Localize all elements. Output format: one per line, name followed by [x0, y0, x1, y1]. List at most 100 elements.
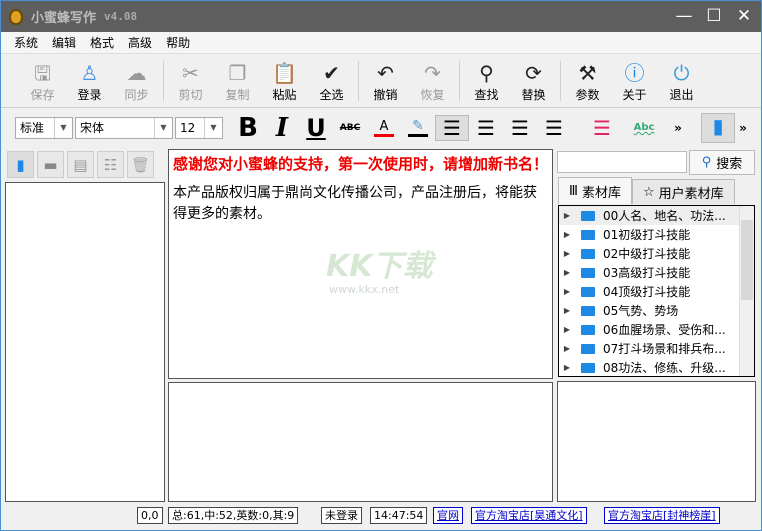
style-select[interactable]: 标准 ▼ [15, 116, 73, 139]
tree-item-label: 01初级打斗技能 [603, 228, 691, 242]
toolbar-separator [358, 61, 359, 101]
user-icon: ♙ [80, 60, 99, 85]
search-input[interactable] [557, 151, 687, 173]
tree-scrollbar[interactable] [739, 206, 754, 376]
tree-item[interactable]: ▶ 07打斗场景和排兵布... [559, 339, 754, 358]
toolbar-button-8[interactable]: ↷ 恢复 [409, 60, 456, 103]
app-window: 小蜜蜂写作 v4.08 — ☐ ✕ 系统 编辑 格式 高级 帮助 🖫 保存 ♙ 登录 ☁… [0, 0, 762, 531]
power-icon: ⏻ [673, 60, 690, 85]
expand-arrow-icon[interactable]: ▶ [559, 287, 575, 296]
folder-icon[interactable]: ▬ [37, 151, 64, 178]
expand-arrow-icon[interactable]: ▶ [559, 211, 575, 220]
tree-item[interactable]: ▶ 03高级打斗技能 [559, 263, 754, 282]
line-spacing-button[interactable]: ☰ [585, 116, 619, 140]
toolbar-button-12[interactable]: ⓘ 关于 [611, 60, 658, 103]
expand-arrow-icon[interactable]: ▶ [559, 249, 575, 258]
toolbar-separator [459, 61, 460, 101]
toolbar-button-6[interactable]: ✔ 全选 [308, 60, 355, 103]
highlight-pen-icon[interactable]: ✎ [408, 118, 428, 137]
font-color-button[interactable]: A [374, 119, 394, 137]
justify-button[interactable]: ☰ [537, 116, 571, 140]
folder-icon [581, 210, 595, 221]
format-toolbar: 标准 ▼ 宋体 ▼ 12 ▼ B I U ABC A ✎ ☰ ☰ ☰ ☰ ☰ Abc … [1, 109, 761, 146]
toolbar-button-3[interactable]: ✂ 剪切 [167, 60, 214, 103]
main-toolbar: 🖫 保存 ♙ 登录 ☁ 同步 ✂ 剪切 ❐ 复制 📋 粘贴 ✔ 全选 ↶ 撤销 ↷ 恢复 ⚲ 查找 ⟳ 替换 ⚒ 参数 ⓘ 关于 ⏻… [1, 55, 761, 108]
minimize-button[interactable]: — [675, 7, 693, 25]
search-button[interactable]: ⚲ 搜索 [689, 150, 755, 175]
title-bar: 小蜜蜂写作 v4.08 — ☐ ✕ [1, 1, 761, 32]
expand-arrow-icon[interactable]: ▶ [559, 363, 575, 372]
folder-icon [581, 324, 595, 335]
folder-icon [581, 362, 595, 373]
tree-item[interactable]: ▶ 01初级打斗技能 [559, 225, 754, 244]
folder-icon [581, 286, 595, 297]
tree-item[interactable]: ▶ 05气势、势场 [559, 301, 754, 320]
align-left-button[interactable]: ☰ [435, 114, 469, 141]
align-center-button[interactable]: ☰ [469, 116, 503, 140]
expand-arrow-icon[interactable]: ▶ [559, 306, 575, 315]
outline-icon[interactable]: ☷ [97, 151, 124, 178]
toolbar-button-1[interactable]: ♙ 登录 [66, 60, 113, 103]
toolbar-button-0[interactable]: 🖫 保存 [19, 60, 66, 103]
tab-user-library[interactable]: ☆ 用户素材库 [631, 179, 735, 204]
char-count: 总:61,中:52,英数:0,其:9 [168, 507, 299, 524]
italic-button[interactable]: I [265, 113, 299, 143]
toolbar-label: 剪切 [178, 87, 203, 102]
notes-area[interactable] [168, 382, 553, 502]
expand-arrow-icon[interactable]: ▶ [559, 230, 575, 239]
book-toggle-button[interactable]: ▮ [701, 112, 735, 143]
folder-icon [581, 343, 595, 354]
maximize-button[interactable]: ☐ [705, 7, 723, 25]
spellcheck-button[interactable]: Abc [627, 122, 661, 133]
font-size-select[interactable]: 12 ▼ [175, 116, 223, 139]
book-toolbar: ▮ ▬ ▤ ☷ 🗑 [5, 149, 165, 180]
toolbar-button-5[interactable]: 📋 粘贴 [261, 60, 308, 103]
expand-arrow-icon[interactable]: ▶ [559, 268, 575, 277]
expand-arrow-icon[interactable]: ▶ [559, 325, 575, 334]
toolbar-button-11[interactable]: ⚒ 参数 [564, 60, 611, 103]
trash-icon[interactable]: 🗑 [127, 151, 154, 178]
align-right-button[interactable]: ☰ [503, 116, 537, 140]
tree-item[interactable]: ▶ 02中级打斗技能 [559, 244, 754, 263]
toolbar-button-4[interactable]: ❐ 复制 [214, 60, 261, 103]
tab-material-library[interactable]: Ⅲ 素材库 [558, 177, 632, 204]
menu-help[interactable]: 帮助 [166, 34, 190, 51]
book-icon[interactable]: ▮ [7, 151, 34, 178]
toolbar-label: 退出 [669, 87, 694, 102]
more-button-2[interactable]: » [735, 121, 751, 135]
expand-arrow-icon[interactable]: ▶ [559, 344, 575, 353]
toolbar-button-9[interactable]: ⚲ 查找 [463, 60, 510, 103]
strikethrough-button[interactable]: ABC [333, 123, 367, 133]
tree-item[interactable]: ▶ 04顶级打斗技能 [559, 282, 754, 301]
toolbar-button-13[interactable]: ⏻ 退出 [658, 60, 705, 103]
toolbar-label: 保存 [30, 87, 55, 102]
doc-icon[interactable]: ▤ [67, 151, 94, 178]
welcome-notice: 感谢您对小蜜蜂的支持，第一次使用时，请增加新书名！ [173, 155, 549, 173]
cloud-icon: ☁ [126, 60, 147, 85]
toolbar-button-10[interactable]: ⟳ 替换 [510, 60, 557, 103]
close-button[interactable]: ✕ [735, 7, 753, 25]
material-preview[interactable] [557, 381, 756, 502]
menu-format[interactable]: 格式 [90, 34, 114, 51]
toolbar-button-7[interactable]: ↶ 撤销 [362, 60, 409, 103]
underline-button[interactable]: U [299, 114, 333, 142]
tree-item-label: 00人名、地名、功法... [603, 209, 726, 223]
material-tree[interactable]: ▶ 00人名、地名、功法... ▶ 01初级打斗技能 ▶ 02中级打斗技能 ▶ 03高级打斗技… [558, 205, 755, 377]
star-icon: ☆ [642, 184, 655, 200]
chevron-down-icon: ▼ [54, 117, 72, 138]
tree-item[interactable]: ▶ 00人名、地名、功法... [559, 206, 754, 225]
book-list[interactable] [5, 182, 165, 502]
menu-edit[interactable]: 编辑 [52, 34, 76, 51]
more-button[interactable]: » [661, 121, 695, 135]
tree-item[interactable]: ▶ 08功法、修练、升级... [559, 358, 754, 376]
toolbar-button-2[interactable]: ☁ 同步 [113, 60, 160, 103]
font-size-value: 12 [180, 120, 196, 135]
official-site-link[interactable]: 官网 [433, 507, 463, 524]
taobao-link-2[interactable]: 官方淘宝店[封神榜崖] [604, 507, 720, 524]
menu-advanced[interactable]: 高级 [128, 34, 152, 51]
tree-item[interactable]: ▶ 06血腥场景、受伤和... [559, 320, 754, 339]
menu-system[interactable]: 系统 [14, 34, 38, 51]
taobao-link-1[interactable]: 官方淘宝店[昊通文化] [471, 507, 587, 524]
bold-button[interactable]: B [231, 113, 265, 143]
font-select[interactable]: 宋体 ▼ [75, 116, 173, 139]
